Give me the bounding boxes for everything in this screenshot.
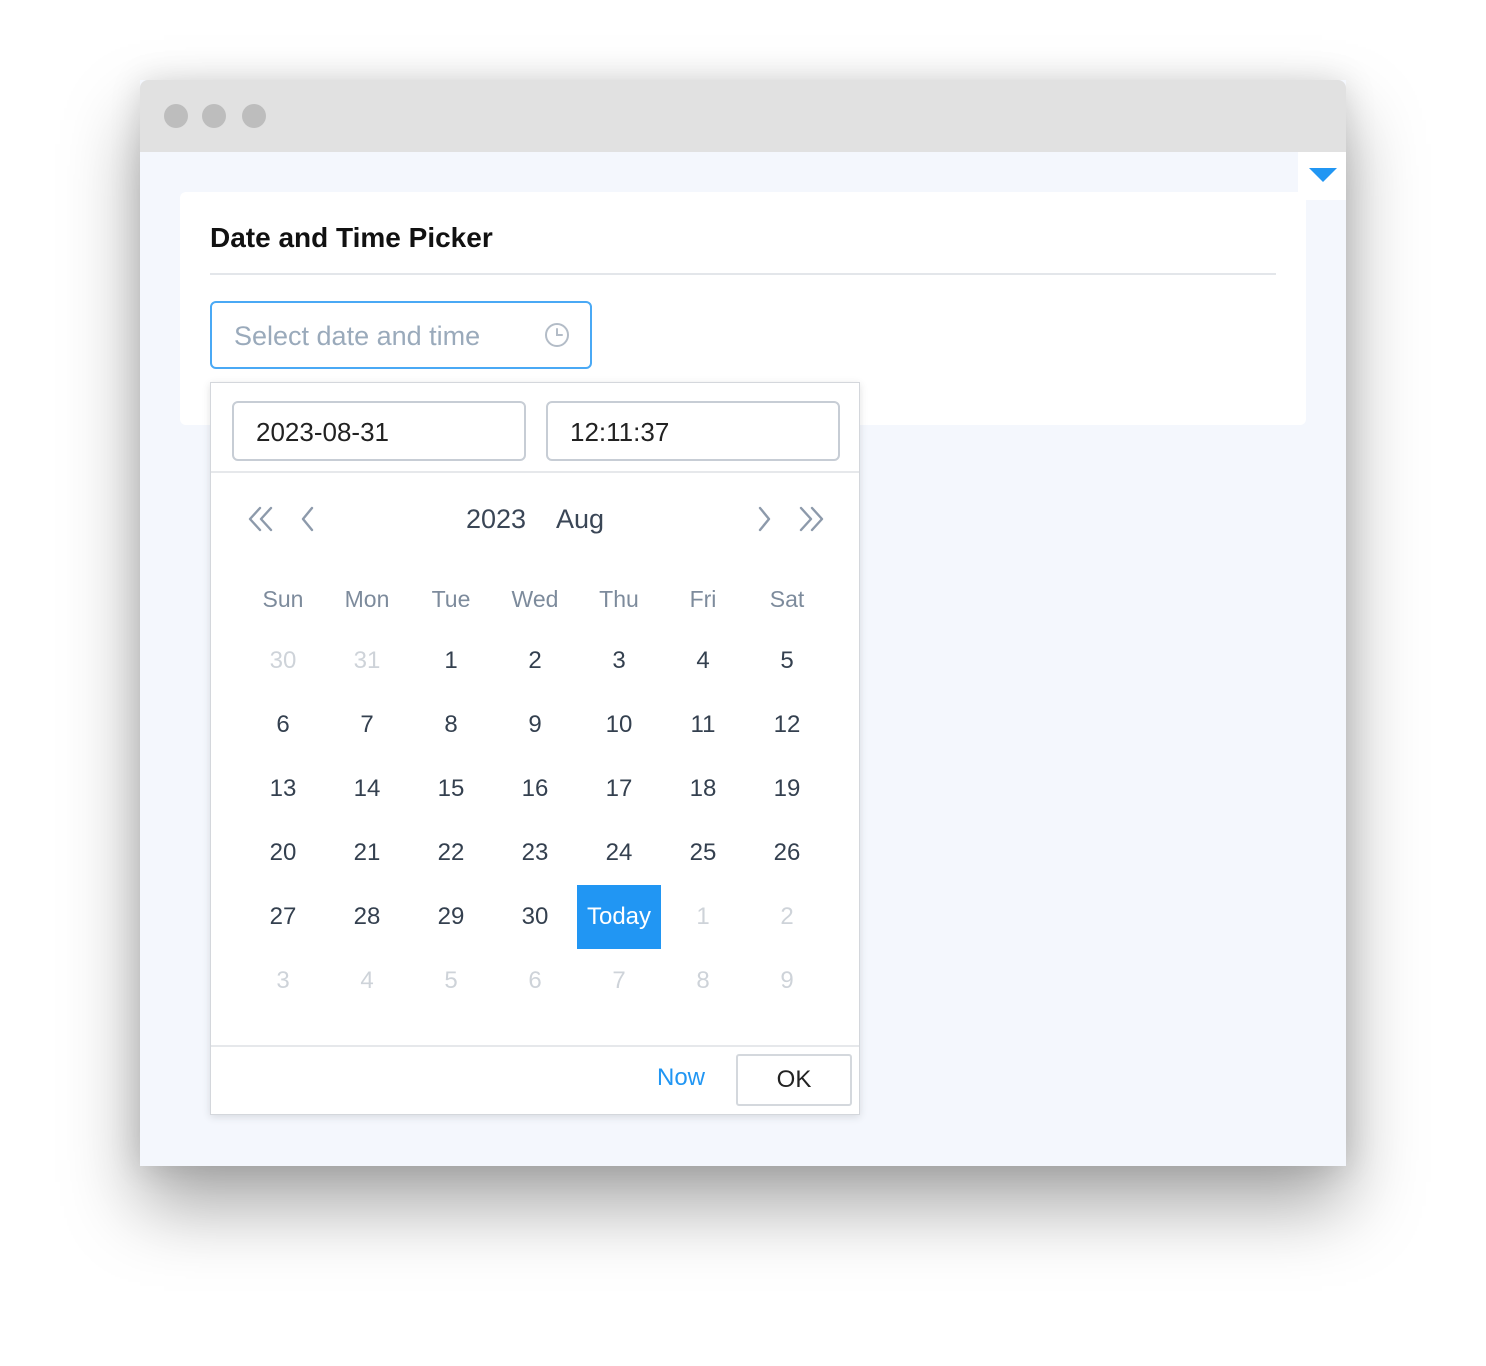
date-time-input-field[interactable] [232, 317, 536, 355]
day-cell[interactable]: 3 [241, 949, 325, 1013]
time-field-input[interactable] [568, 415, 822, 449]
month-label[interactable]: Aug [556, 499, 604, 539]
day-cell[interactable]: 25 [661, 821, 745, 885]
day-cell[interactable]: 14 [325, 757, 409, 821]
day-cell[interactable]: 8 [409, 693, 493, 757]
day-cell[interactable]: 2 [745, 885, 829, 949]
card-title: Date and Time Picker [210, 222, 493, 253]
day-cell[interactable]: 2 [493, 629, 577, 693]
day-cell[interactable]: 4 [661, 629, 745, 693]
day-cell[interactable]: 13 [241, 757, 325, 821]
day-cell[interactable]: 1 [409, 629, 493, 693]
day-cell[interactable]: 21 [325, 821, 409, 885]
date-time-input[interactable] [210, 301, 592, 369]
time-field[interactable] [546, 401, 840, 461]
day-cell[interactable]: 27 [241, 885, 325, 949]
weekday-label: Mon [344, 586, 390, 612]
double-chevron-right-icon[interactable] [791, 499, 831, 539]
weekday-label: Tue [431, 586, 471, 612]
day-cell[interactable]: 23 [493, 821, 577, 885]
window-minimize-dot[interactable] [202, 104, 226, 128]
weekday-label: Fri [689, 586, 717, 612]
now-button[interactable]: Now [657, 1062, 705, 1094]
day-cell[interactable]: 4 [325, 949, 409, 1013]
weekday-label: Sun [262, 586, 304, 612]
day-cell[interactable]: 6 [241, 693, 325, 757]
ok-button[interactable]: OK [736, 1054, 852, 1106]
day-cell[interactable]: 3 [577, 629, 661, 693]
window-titlebar [140, 80, 1346, 152]
day-cell[interactable]: 17 [577, 757, 661, 821]
day-cell[interactable]: 31 [325, 629, 409, 693]
browser-window: Date and Time Picker 2023 Aug [140, 80, 1346, 1166]
day-cell[interactable]: 5 [409, 949, 493, 1013]
date-field-input[interactable] [254, 415, 508, 449]
day-cell[interactable]: 20 [241, 821, 325, 885]
weekday-label: Sat [769, 586, 805, 612]
day-cell[interactable]: 16 [493, 757, 577, 821]
day-cell[interactable]: 12 [745, 693, 829, 757]
day-cell[interactable]: 15 [409, 757, 493, 821]
day-cell[interactable]: 30 [493, 885, 577, 949]
window-maximize-dot[interactable] [242, 104, 266, 128]
day-cell[interactable]: 10 [577, 693, 661, 757]
day-cell[interactable]: 8 [661, 949, 745, 1013]
day-cell[interactable]: 5 [745, 629, 829, 693]
weekday-label: Thu [599, 586, 639, 612]
day-cell[interactable]: 18 [661, 757, 745, 821]
day-cell[interactable]: 30 [241, 629, 325, 693]
popup-divider [211, 471, 859, 473]
day-cell[interactable]: 9 [745, 949, 829, 1013]
day-cell[interactable]: 6 [493, 949, 577, 1013]
chevron-left-icon[interactable] [289, 499, 329, 539]
day-cell[interactable]: 7 [325, 693, 409, 757]
day-cell[interactable]: 1 [661, 885, 745, 949]
day-cell[interactable]: 26 [745, 821, 829, 885]
day-cell[interactable]: 22 [409, 821, 493, 885]
clock-icon [545, 323, 569, 347]
window-close-dot[interactable] [164, 104, 188, 128]
date-picker-popup: 2023 Aug SunMonTueWedThuFriSat 303112345… [210, 382, 860, 1115]
day-cell-today[interactable]: Today [577, 885, 661, 949]
day-cell[interactable]: 19 [745, 757, 829, 821]
day-cell[interactable]: 7 [577, 949, 661, 1013]
chevron-right-icon[interactable] [743, 499, 783, 539]
weekday-label: Wed [511, 586, 559, 612]
day-cell[interactable]: 11 [661, 693, 745, 757]
card-divider [210, 273, 1276, 275]
corner-menu-toggle[interactable] [1298, 152, 1346, 200]
day-cell[interactable]: 28 [325, 885, 409, 949]
footer-divider [211, 1045, 859, 1047]
date-field[interactable] [232, 401, 526, 461]
day-cell[interactable]: 24 [577, 821, 661, 885]
year-label[interactable]: 2023 [466, 499, 526, 539]
day-cell[interactable]: 29 [409, 885, 493, 949]
day-cell[interactable]: 9 [493, 693, 577, 757]
caret-down-icon [1309, 168, 1337, 182]
double-chevron-left-icon[interactable] [241, 499, 281, 539]
